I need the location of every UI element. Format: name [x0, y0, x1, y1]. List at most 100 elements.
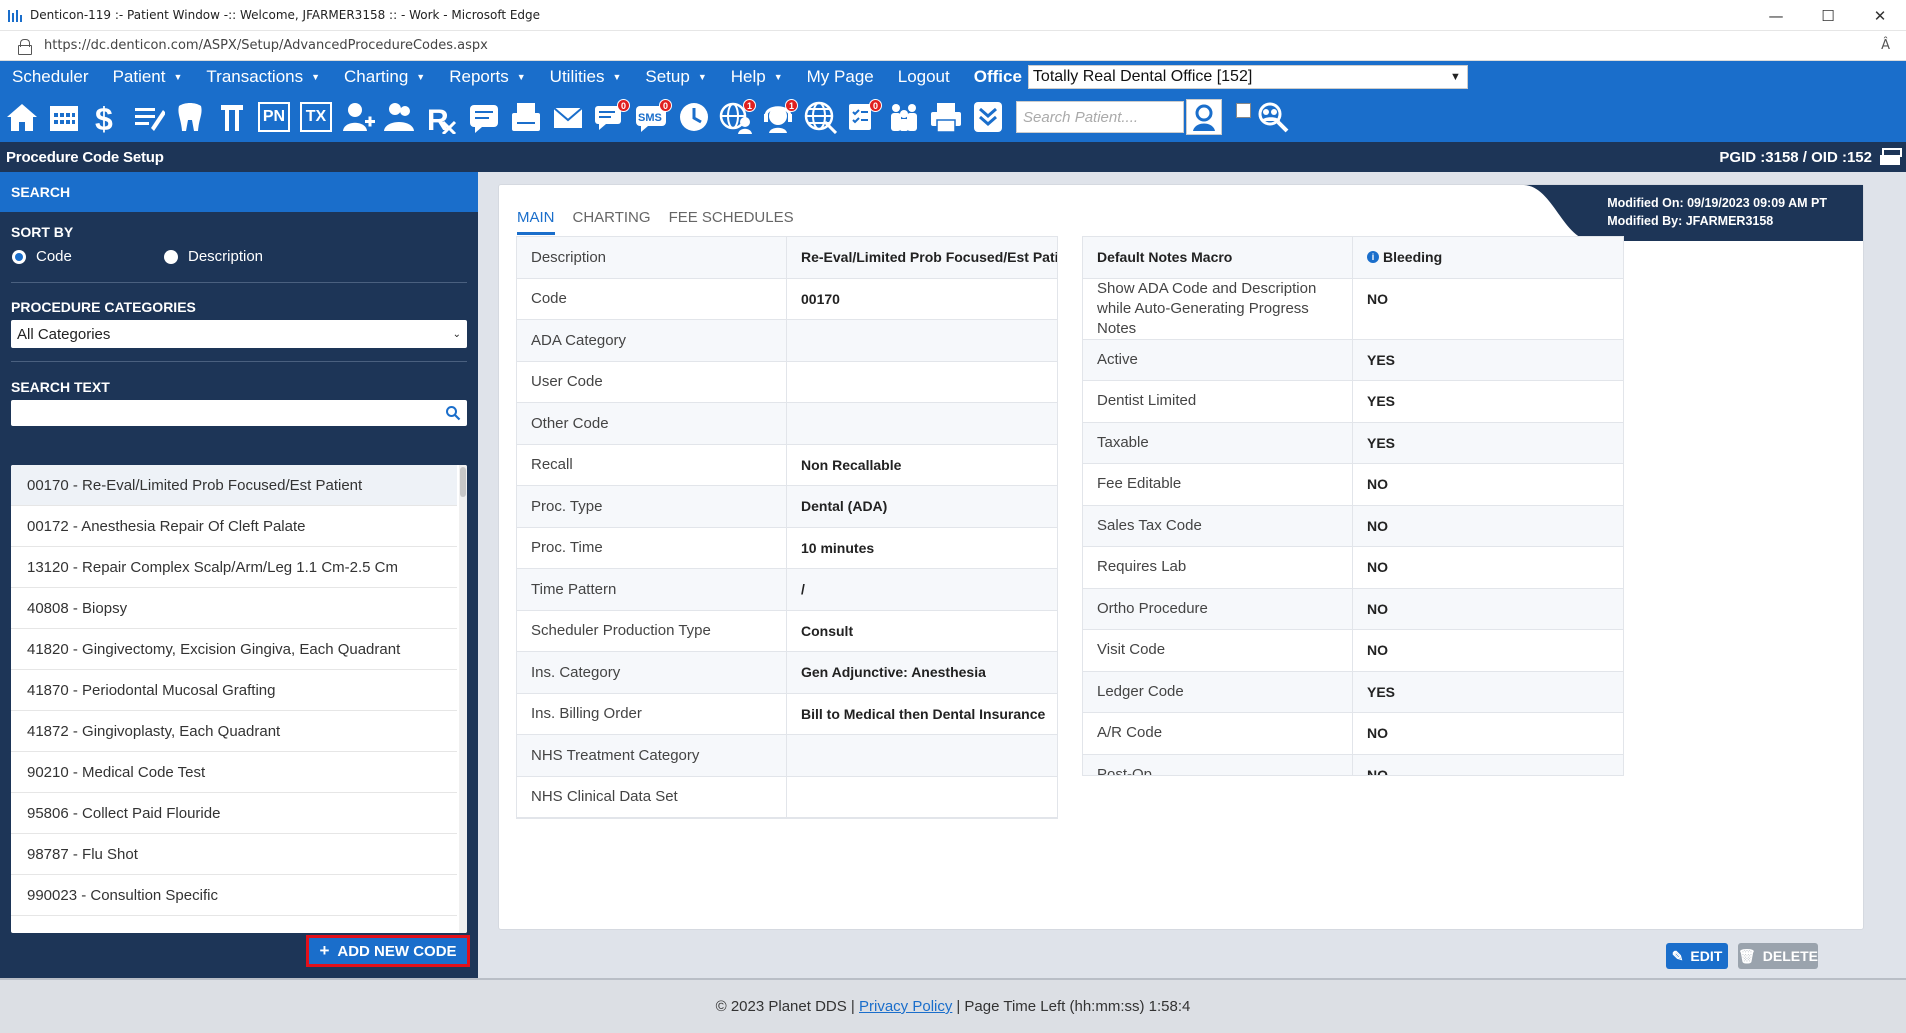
table-row: Description Re-Eval/Limited Prob Focused/…: [517, 237, 1057, 279]
dollar-icon[interactable]: $: [88, 99, 124, 135]
table-row: User Code: [517, 361, 1057, 403]
email-icon[interactable]: [550, 99, 586, 135]
sort-by-options: Code Description: [0, 248, 478, 265]
caret-down-icon: ▼: [173, 71, 183, 82]
menu-charting[interactable]: Charting ▼: [332, 67, 437, 87]
menu-utilities[interactable]: Utilities ▼: [538, 67, 634, 87]
window-title: Denticon-119 :- Patient Window -:: Welco…: [30, 8, 541, 22]
procedure-code-item[interactable]: 90210 - Medical Code Test: [11, 752, 457, 793]
page-footer: © 2023 Planet DDS | Privacy Policy | Pag…: [0, 978, 1906, 1033]
chevrons-down-icon[interactable]: [970, 99, 1006, 135]
sms-icon[interactable]: SMS 0: [634, 99, 672, 135]
table-row: Requires Lab NO: [1083, 547, 1623, 589]
tab-main[interactable]: MAIN: [517, 209, 555, 235]
family-icon[interactable]: [886, 99, 922, 135]
menu-label: Patient: [112, 66, 166, 86]
group-search-icon[interactable]: [1255, 99, 1291, 135]
add-patient-icon[interactable]: [340, 99, 376, 135]
office-select[interactable]: Totally Real Dental Office [152] ▼: [1027, 64, 1468, 89]
print-icon[interactable]: [928, 99, 964, 135]
pn-icon[interactable]: PN: [256, 99, 292, 135]
procedure-code-item[interactable]: 13120 - Repair Complex Scalp/Arm/Leg 1.1…: [11, 547, 457, 588]
menu-scheduler[interactable]: Scheduler: [0, 67, 101, 87]
list-scrollbar[interactable]: [459, 465, 467, 933]
clock-icon[interactable]: [676, 99, 712, 135]
read-aloud-icon[interactable]: Â: [1881, 38, 1890, 53]
procedure-code-item[interactable]: 40808 - Biopsy: [11, 588, 457, 629]
message-icon[interactable]: [466, 99, 502, 135]
table-row: Proc. Type Dental (ADA): [517, 486, 1057, 528]
procedure-code-item[interactable]: 00172 - Anesthesia Repair Of Cleft Palat…: [11, 506, 457, 547]
menu-my-page[interactable]: My Page: [795, 67, 886, 87]
sort-code-radio[interactable]: Code: [12, 248, 164, 265]
trash-icon: 🗑: [1738, 947, 1756, 964]
table-row: Other Code: [517, 403, 1057, 445]
delete-button[interactable]: 🗑 DELETE: [1738, 943, 1818, 969]
procedure-code-item[interactable]: 41870 - Periodontal Mucosal Grafting: [11, 670, 457, 711]
page-time-left: | Page Time Left (hh:mm:ss) 1:58:4: [956, 998, 1191, 1015]
procedure-code-item[interactable]: 41872 - Gingivoplasty, Each Quadrant: [11, 711, 457, 752]
field-label: Ins. Billing Order: [517, 693, 787, 734]
tooth-icon[interactable]: [172, 99, 208, 135]
page-title: Procedure Code Setup: [6, 148, 164, 166]
calendar-icon[interactable]: [46, 99, 82, 135]
rx-icon[interactable]: R: [424, 99, 460, 135]
privacy-policy-link[interactable]: Privacy Policy: [859, 998, 952, 1015]
tx-icon[interactable]: TX: [298, 99, 334, 135]
menu-transactions[interactable]: Transactions ▼: [194, 67, 332, 87]
tab-charting[interactable]: CHARTING: [573, 209, 651, 235]
close-button[interactable]: ✕: [1854, 0, 1906, 31]
printer-icon[interactable]: [1880, 148, 1902, 166]
notification-badge: 0: [659, 99, 672, 112]
global-users-icon[interactable]: 1: [718, 99, 756, 135]
toolbar-checkbox[interactable]: [1236, 102, 1251, 118]
address-bar[interactable]: https://dc.denticon.com/ASPX/Setup/Advan…: [0, 31, 1906, 61]
minimize-button[interactable]: —: [1750, 0, 1802, 31]
icon-text: TX: [300, 102, 332, 132]
checklist-icon[interactable]: 0: [844, 99, 882, 135]
menu-label: Transactions: [206, 66, 304, 86]
radio-selected-icon: [12, 249, 26, 264]
procedure-code-item[interactable]: 990023 - Consultion Specific: [11, 875, 457, 916]
detail-tabs: MAIN CHARTING FEE SCHEDULES: [517, 209, 794, 235]
implant-icon[interactable]: [214, 99, 250, 135]
support-icon[interactable]: 1: [760, 99, 798, 135]
procedure-code-item[interactable]: 95806 - Collect Paid Flouride: [11, 793, 457, 834]
delete-label: DELETE: [1762, 948, 1819, 964]
add-new-code-button[interactable]: + ADD NEW CODE: [306, 935, 470, 967]
procedure-code-item[interactable]: 00170 - Re-Eval/Limited Prob Focused/Est…: [11, 465, 457, 506]
field-value: Gen Adjunctive: Anesthesia: [801, 664, 986, 681]
search-patient-input[interactable]: Search Patient....: [1016, 101, 1184, 133]
field-label: Ins. Category: [517, 652, 787, 693]
menu-label: Charting: [344, 66, 409, 86]
procedure-code-item[interactable]: 98787 - Flu Shot: [11, 834, 457, 875]
sort-description-radio[interactable]: Description: [164, 248, 263, 265]
menu-logout[interactable]: Logout: [886, 67, 962, 87]
procedure-categories-select[interactable]: All Categories ⌄: [11, 320, 467, 348]
fax-icon[interactable]: [508, 99, 544, 135]
maximize-button[interactable]: ☐: [1802, 0, 1854, 31]
url-text[interactable]: https://dc.denticon.com/ASPX/Setup/Advan…: [44, 38, 488, 53]
menu-label: Utilities: [549, 66, 605, 86]
add-family-icon[interactable]: [382, 99, 418, 135]
menu-help[interactable]: Help ▼: [719, 67, 795, 87]
home-icon[interactable]: [4, 99, 40, 135]
field-value: YES: [1367, 434, 1396, 451]
edit-button[interactable]: ✎ EDIT: [1666, 943, 1728, 969]
field-value: Non Recallable: [801, 456, 902, 473]
procedure-code-item[interactable]: 41820 - Gingivectomy, Excision Gingiva, …: [11, 629, 457, 670]
menu-patient[interactable]: Patient ▼: [101, 67, 195, 87]
tab-fee-schedules[interactable]: FEE SCHEDULES: [669, 209, 794, 235]
edit-notes-icon[interactable]: [130, 99, 166, 135]
menu-setup[interactable]: Setup ▼: [633, 67, 718, 87]
chat-icon[interactable]: 0: [592, 99, 630, 135]
field-label: ADA Category: [517, 320, 787, 361]
modified-on: Modified On: 09/19/2023 09:09 AM PT: [1607, 196, 1827, 210]
search-text-input[interactable]: [11, 400, 467, 426]
menu-reports[interactable]: Reports ▼: [437, 67, 537, 87]
table-row: Recall Non Recallable: [517, 444, 1057, 486]
search-icon[interactable]: [445, 405, 461, 421]
search-patient-icon[interactable]: [1186, 99, 1222, 135]
web-icon[interactable]: [802, 99, 838, 135]
field-value: NO: [1367, 559, 1388, 576]
